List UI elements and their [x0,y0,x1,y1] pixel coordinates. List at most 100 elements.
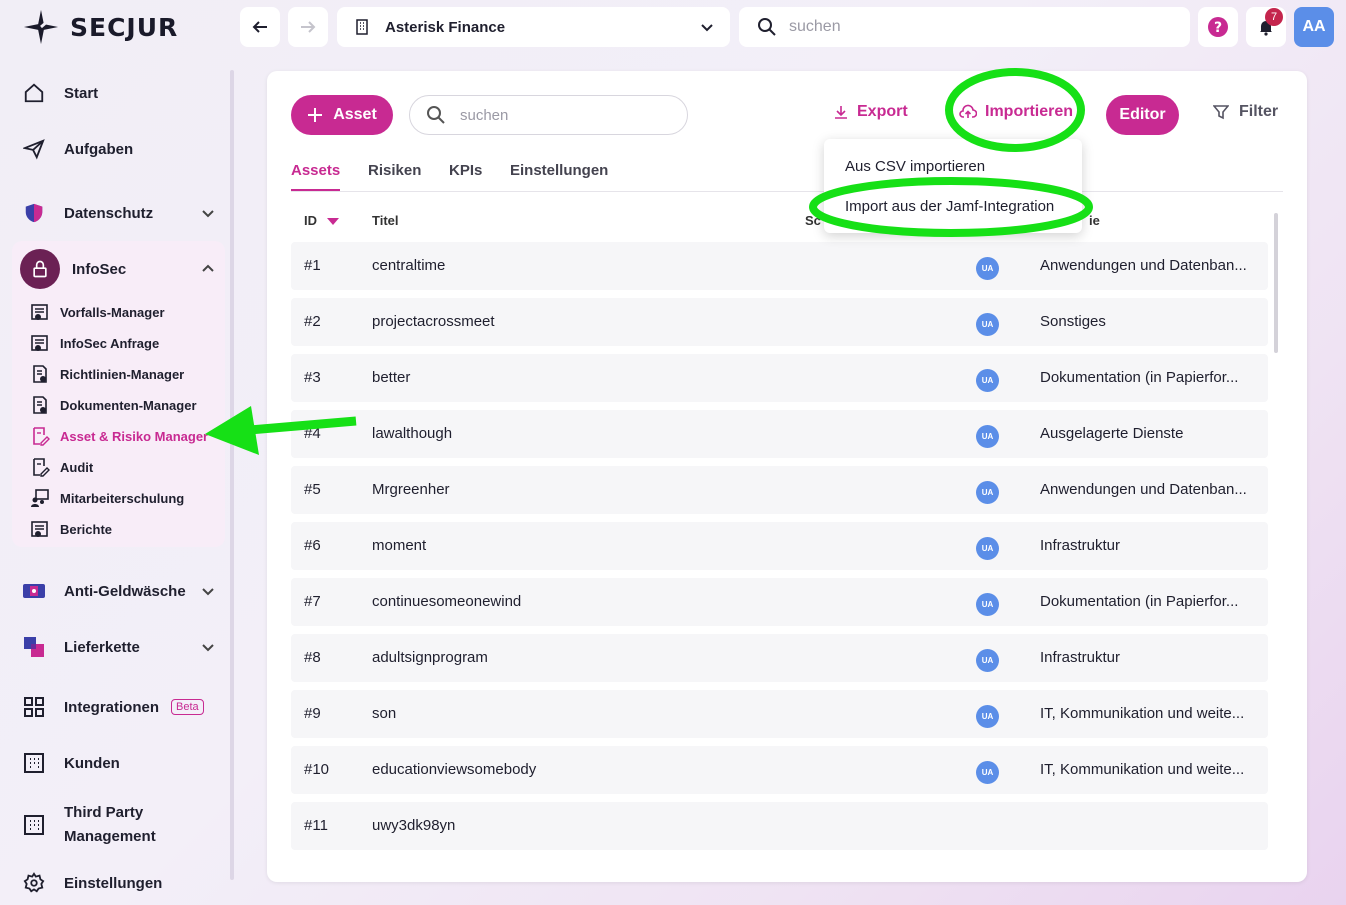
sidebar-item-label: Einstellungen [64,874,163,892]
cell-title: educationviewsomebody [372,761,537,778]
owner-avatar[interactable]: UA [976,761,999,784]
cell-id: #6 [304,537,321,554]
forward-button[interactable] [288,7,328,47]
table-row[interactable]: #2 projectacrossmeet Sonstiges UA [291,298,1268,346]
sidebar-item-third-party-management[interactable]: Third Party Management [20,801,156,849]
sidebar-item-employee-training[interactable]: Mitarbeiterschulung [30,488,184,508]
sidebar-item-integrations[interactable]: Integrationen Beta [20,693,204,721]
tab-settings[interactable]: Einstellungen [510,162,608,189]
sidebar-sub-label: Asset & Risiko Manager [60,428,209,444]
notifications-button[interactable]: 7 [1246,7,1286,47]
user-avatar[interactable]: AA [1294,7,1334,47]
sidebar-item-label: Integrationen [64,698,160,716]
secjur-logo[interactable]: SECJUR [22,8,178,46]
sidebar-item-customers[interactable]: Kunden [20,749,120,777]
menu-item-import-jamf[interactable]: Import aus der Jamf-Integration [845,198,1054,215]
owner-avatar[interactable]: UA [976,313,999,336]
cell-category: Ausgelagerte Dienste [1040,425,1184,442]
owner-avatar[interactable]: UA [976,369,999,392]
sidebar-item-tasks[interactable]: Aufgaben [20,135,133,163]
cell-id: #11 [304,817,328,834]
back-button[interactable] [240,7,280,47]
sidebar-item-infosec[interactable]: InfoSec [20,249,214,289]
add-asset-label: Asset [333,106,377,123]
editor-button[interactable]: Editor [1106,95,1179,135]
owner-avatar[interactable]: UA [976,649,999,672]
sidebar-item-incident-manager[interactable]: Vorfalls-Manager [30,302,165,322]
search-placeholder: suchen [460,106,509,124]
table-row[interactable]: #11 uwy3dk98yn [291,802,1268,850]
filter-label: Filter [1239,103,1279,120]
tab-assets[interactable]: Assets [291,162,341,191]
header-title[interactable]: Titel [372,213,399,228]
owner-avatar[interactable]: UA [976,705,999,728]
sidebar-item-label: Kunden [64,754,120,772]
building-icon [20,749,48,777]
tab-kpis[interactable]: KPIs [449,162,482,189]
import-button[interactable]: Importieren [959,103,1073,121]
sidebar-item-privacy[interactable]: Datenschutz [20,199,214,227]
sidebar-item-reports[interactable]: Berichte [30,519,112,539]
header-owner[interactable]: Sc [805,213,821,228]
cell-title: adultsignprogram [372,649,488,666]
organization-select[interactable]: Asterisk Finance [337,7,730,47]
table-row[interactable]: #1 centraltime Anwendungen und Datenban...… [291,242,1268,290]
owner-avatar[interactable]: UA [976,593,999,616]
layers-icon [20,633,48,661]
sidebar-sub-label: Mitarbeiterschulung [60,490,185,506]
header-category[interactable]: ie [1089,213,1100,228]
global-search-input[interactable]: suchen [739,7,1190,47]
cell-category: IT, Kommunikation und weite... [1040,705,1245,722]
sidebar-item-asset-risk-manager[interactable]: Asset & Risiko Manager [30,426,208,446]
infosec-section: InfoSec Vorfalls-Manager InfoSec Anfrage… [12,241,225,547]
export-button[interactable]: Export [833,103,908,121]
home-icon [20,79,48,107]
edit-document-icon [33,427,50,446]
sidebar-item-aml[interactable]: Anti-Geldwäsche [20,577,214,605]
help-button[interactable]: ? [1198,7,1238,47]
svg-text:?: ? [1214,20,1222,36]
sidebar-item-label: Aufgaben [64,140,134,158]
sidebar-sub-label: Berichte [60,521,113,537]
add-asset-button[interactable]: Asset [291,95,393,135]
owner-avatar[interactable]: UA [976,425,999,448]
cell-title: uwy3dk98yn [372,817,456,834]
sidebar-scrollbar[interactable] [230,70,234,880]
sidebar-item-supply-chain[interactable]: Lieferkette [20,633,214,661]
tab-bar: Assets Risiken KPIs Einstellungen [291,159,1283,192]
sidebar-item-label: Start [64,84,99,102]
table-row[interactable]: #4 lawalthough Ausgelagerte Dienste UA [291,410,1268,458]
cloud-upload-icon [959,104,977,118]
table-row[interactable]: #5 Mrgreenher Anwendungen und Datenban... U… [291,466,1268,514]
sidebar-item-policy-manager[interactable]: Richtlinien-Manager [30,364,184,384]
table-row[interactable]: #7 continuesomeonewind Dokumentation (in P… [291,578,1268,626]
sidebar-item-settings[interactable]: Einstellungen [20,869,162,897]
table-row[interactable]: #9 son IT, Kommunikation und weite... UA [291,690,1268,738]
tab-risks[interactable]: Risiken [368,162,421,189]
owner-avatar[interactable]: UA [976,481,999,504]
table-row[interactable]: #10 educationviewsomebody IT, Kommunikatio… [291,746,1268,794]
chevron-down-icon [202,210,214,218]
sidebar-item-document-manager[interactable]: Dokumenten-Manager [30,395,197,415]
building-icon [20,811,48,839]
menu-item-import-csv[interactable]: Aus CSV importieren [845,158,985,175]
sidebar-item-audit[interactable]: Audit [30,457,93,477]
document-icon [31,335,48,351]
table-row[interactable]: #8 adultsignprogram Infrastruktur UA [291,634,1268,682]
sidebar-item-infosec-request[interactable]: InfoSec Anfrage [30,333,159,353]
owner-avatar[interactable]: UA [976,257,999,280]
cell-id: #5 [304,481,321,498]
table-row[interactable]: #6 moment Infrastruktur UA [291,522,1268,570]
owner-avatar[interactable]: UA [976,537,999,560]
cell-id: #3 [304,369,321,386]
header-id[interactable]: ID [304,213,339,228]
cell-category: Infrastruktur [1040,649,1121,666]
document-icon [31,521,48,537]
building-icon [356,19,368,35]
asset-search-input[interactable]: suchen [409,95,688,135]
filter-button[interactable]: Filter [1213,103,1278,121]
table-scrollbar[interactable] [1274,213,1278,353]
sidebar-item-start[interactable]: Start [20,79,98,107]
table-row[interactable]: #3 better Dokumentation (in Papierfor... UA [291,354,1268,402]
sidebar-item-label: Datenschutz [64,204,154,222]
